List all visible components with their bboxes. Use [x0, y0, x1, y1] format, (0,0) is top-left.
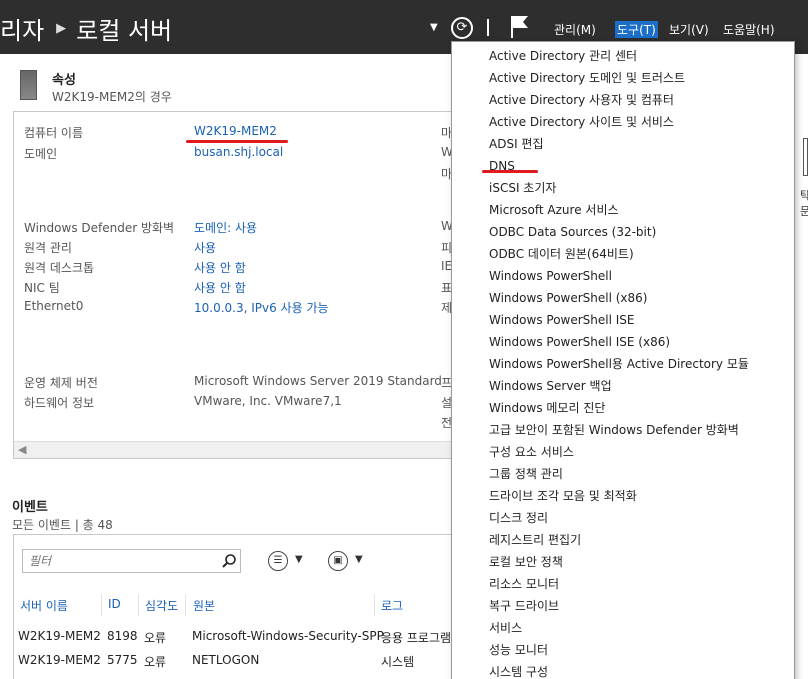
menu-item[interactable]: ODBC 데이터 원본(64비트)	[489, 244, 634, 264]
menu-item[interactable]: Windows Server 백업	[489, 376, 612, 396]
red-annotation-underline	[482, 170, 538, 173]
menu-item[interactable]: 복구 드라이브	[489, 596, 559, 616]
menu-item[interactable]: Active Directory 관리 센터	[489, 46, 637, 66]
column-separator	[101, 594, 102, 616]
menu-item[interactable]: 성능 모니터	[489, 640, 548, 660]
chevron-down-icon[interactable]: ▼	[355, 554, 363, 565]
filter-input[interactable]	[23, 550, 213, 572]
column-server-name[interactable]: 서버 이름	[20, 597, 68, 614]
table-cell: 5775	[107, 653, 138, 667]
separator	[487, 19, 489, 36]
menu-item[interactable]: Windows 메모리 진단	[489, 398, 605, 418]
table-cell: Microsoft-Windows-Security-SPP	[192, 629, 384, 643]
label-firewall: Windows Defender 방화벽	[24, 221, 175, 235]
refresh-icon[interactable]: ⟳	[451, 17, 473, 39]
table-cell: 시스템	[381, 655, 415, 669]
menu-item[interactable]: 디스크 정리	[489, 508, 548, 528]
value-ethernet0[interactable]: 10.0.0.3, IPv6 사용 가능	[194, 299, 329, 316]
label-remote-management: 원격 관리	[24, 241, 72, 255]
menu-item[interactable]: Windows PowerShell용 Active Directory 모듈	[489, 354, 749, 374]
menu-view[interactable]: 보기(V)	[669, 21, 709, 38]
breadcrumb-prev[interactable]: 리자	[0, 11, 44, 46]
tools-dropdown-menu: Active Directory 관리 센터 Active Directory …	[451, 41, 795, 679]
horizontal-scrollbar[interactable]: ◀	[14, 441, 472, 458]
menu-item[interactable]: Microsoft Azure 서비스	[489, 200, 619, 220]
menu-item[interactable]: Windows PowerShell ISE	[489, 310, 635, 330]
column-separator	[185, 594, 186, 616]
breadcrumb: 리자 ▶ 로컬 서버	[0, 11, 172, 45]
column-log[interactable]: 로그	[381, 597, 403, 614]
label-ethernet0: Ethernet0	[24, 299, 84, 313]
column-separator	[374, 594, 375, 616]
menu-item[interactable]: 고급 보안이 포함된 Windows Defender 방화벽	[489, 420, 739, 440]
table-cell: 응용 프로그램	[381, 631, 452, 645]
menu-item[interactable]: 드라이브 조각 모음 및 최적화	[489, 486, 637, 506]
label-computer-name: 컴퓨터 이름	[24, 126, 84, 140]
scroll-left-icon[interactable]: ◀	[18, 443, 26, 456]
value-computer-name[interactable]: W2K19-MEM2	[194, 124, 277, 138]
notification-flag-icon[interactable]	[508, 14, 530, 38]
table-cell: 8198	[107, 629, 138, 643]
value-firewall[interactable]: 도메인: 사용	[194, 219, 257, 236]
table-cell: W2K19-MEM2	[18, 653, 101, 667]
column-severity[interactable]: 심각도	[145, 597, 178, 614]
menu-item-dns[interactable]: DNS	[489, 156, 515, 176]
save-query-icon[interactable]: ▣	[328, 551, 348, 571]
column-source[interactable]: 원본	[193, 597, 215, 614]
search-icon[interactable]	[221, 553, 237, 569]
filter-box[interactable]	[22, 549, 241, 573]
value-remote-desktop[interactable]: 사용 안 함	[194, 259, 246, 276]
value-os-version: Microsoft Windows Server 2019 Standard	[194, 374, 442, 388]
menu-item[interactable]: ODBC Data Sources (32-bit)	[489, 222, 656, 242]
label-remote-desktop: 원격 데스크톱	[24, 261, 95, 275]
menu-tools[interactable]: 도구(T)	[615, 21, 658, 38]
menu-item[interactable]: 로컬 보안 정책	[489, 552, 563, 572]
history-dropdown-icon[interactable]: ▼	[430, 22, 438, 33]
table-cell: NETLOGON	[192, 653, 260, 667]
events-title: 이벤트	[12, 500, 48, 515]
label-domain: 도메인	[24, 147, 58, 161]
menu-item[interactable]: Windows PowerShell	[489, 266, 612, 286]
properties-subtitle: W2K19-MEM2의 경우	[52, 90, 172, 104]
menu-item[interactable]: 리소스 모니터	[489, 574, 559, 594]
background-window-text: 탁	[800, 189, 808, 202]
menu-help[interactable]: 도움말(H)	[723, 21, 775, 38]
menu-manage[interactable]: 관리(M)	[554, 21, 596, 38]
list-options-icon[interactable]: ☰	[268, 551, 288, 571]
menu-item[interactable]: 그룹 정책 관리	[489, 464, 563, 484]
menu-item[interactable]: Active Directory 도메인 및 트러스트	[489, 68, 685, 88]
value-hardware: VMware, Inc. VMware7,1	[194, 394, 342, 408]
red-annotation-underline	[186, 140, 288, 143]
menu-item[interactable]: 레지스트리 편집기	[489, 530, 581, 550]
events-subtitle: 모든 이벤트 | 총 48	[12, 518, 113, 532]
label-hardware: 하드웨어 정보	[24, 396, 95, 410]
menu-item[interactable]: 시스템 구성	[489, 662, 548, 679]
menu-item[interactable]: iSCSI 초기자	[489, 178, 556, 198]
value-remote-management[interactable]: 사용	[194, 239, 216, 256]
label-nic-teaming: NIC 팀	[24, 281, 60, 295]
background-window-box	[803, 138, 808, 176]
properties-title: 속성	[52, 73, 76, 88]
breadcrumb-separator-icon: ▶	[56, 20, 67, 36]
chevron-down-icon[interactable]: ▼	[295, 554, 303, 565]
menu-item[interactable]: ADSI 편집	[489, 134, 544, 154]
table-cell: 오류	[144, 631, 167, 645]
menu-item[interactable]: Active Directory 사용자 및 컴퓨터	[489, 90, 674, 110]
menu-item[interactable]: 서비스	[489, 618, 522, 638]
menu-item[interactable]: 구성 요소 서비스	[489, 442, 574, 462]
server-icon	[20, 70, 37, 100]
menu-item[interactable]: Active Directory 사이트 및 서비스	[489, 112, 674, 132]
table-cell: 오류	[144, 655, 167, 669]
column-separator	[138, 594, 139, 616]
value-domain[interactable]: busan.shj.local	[194, 145, 283, 159]
table-cell: W2K19-MEM2	[18, 629, 101, 643]
menu-item[interactable]: Windows PowerShell ISE (x86)	[489, 332, 670, 352]
menu-item[interactable]: Windows PowerShell (x86)	[489, 288, 647, 308]
label-os-version: 운영 체제 버전	[24, 376, 98, 390]
background-window-text: 문	[800, 205, 808, 218]
value-nic-teaming[interactable]: 사용 안 함	[194, 279, 246, 296]
breadcrumb-current: 로컬 서버	[76, 16, 173, 45]
column-id[interactable]: ID	[108, 597, 121, 611]
